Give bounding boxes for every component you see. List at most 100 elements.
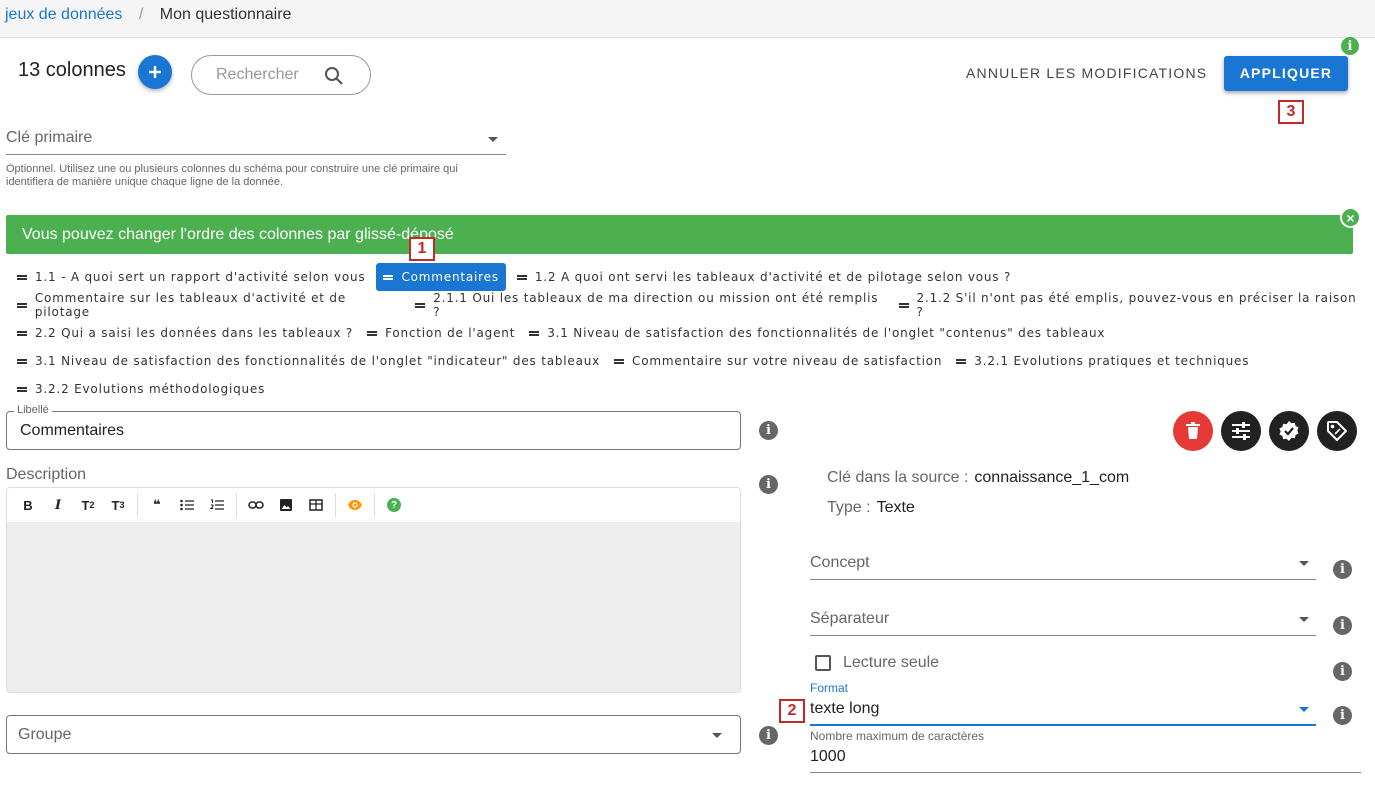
info-icon[interactable]: i xyxy=(759,421,778,440)
primary-key-select[interactable]: Clé primaire xyxy=(6,129,92,147)
drag-handle-icon xyxy=(383,274,394,280)
close-icon[interactable]: × xyxy=(1340,207,1361,228)
column-chip[interactable]: 3.1 Niveau de satisfaction des fonctionn… xyxy=(10,347,607,375)
column-chip[interactable]: 2.2 Qui a saisi les données dans les tab… xyxy=(10,319,360,347)
validation-button[interactable] xyxy=(1269,411,1309,451)
breadcrumb-separator: / xyxy=(138,6,144,23)
drag-handle-icon xyxy=(17,358,27,364)
column-chip[interactable]: 3.2.1 Evolutions pratiques et techniques xyxy=(949,347,1256,375)
chevron-down-icon[interactable] xyxy=(1299,561,1309,566)
concept-select[interactable]: Concept xyxy=(810,554,870,572)
description-textarea[interactable] xyxy=(7,523,740,692)
tag-button[interactable] xyxy=(1317,411,1357,451)
drag-handle-icon xyxy=(17,330,27,336)
drag-handle-icon xyxy=(516,274,527,280)
chevron-down-icon[interactable] xyxy=(1299,707,1309,712)
concept-underline xyxy=(810,579,1316,580)
heading-2-button[interactable]: T2 xyxy=(73,490,103,520)
drag-handle-icon xyxy=(898,302,909,308)
chevron-down-icon[interactable] xyxy=(1299,617,1309,622)
chevron-down-icon[interactable] xyxy=(488,137,498,142)
info-icon[interactable]: i xyxy=(1333,662,1352,681)
verified-icon xyxy=(1279,421,1299,441)
format-label: Format xyxy=(810,681,849,695)
breadcrumb: jeux de données / Mon questionnaire xyxy=(0,0,1375,38)
source-key-value: connaissance_1_com xyxy=(974,469,1130,486)
info-icon[interactable]: i xyxy=(1333,706,1352,725)
max-chars-input[interactable]: 1000 xyxy=(810,748,846,766)
description-label: Description xyxy=(6,466,87,483)
italic-button[interactable]: I xyxy=(43,490,73,520)
quote-button[interactable]: ❝ xyxy=(142,490,172,520)
cancel-changes-button[interactable]: ANNULER LES MODIFICATIONS xyxy=(960,58,1213,88)
columns-row: 2.2 Qui a saisi les données dans les tab… xyxy=(10,319,1370,347)
columns-row: 3.1 Niveau de satisfaction des fonctionn… xyxy=(10,347,1370,375)
drag-handle-icon xyxy=(415,302,426,308)
libelle-input[interactable] xyxy=(18,421,718,441)
apply-button[interactable]: APPLIQUER xyxy=(1224,56,1348,91)
search-icon[interactable] xyxy=(324,66,344,91)
tune-icon xyxy=(1232,422,1250,440)
bold-button[interactable]: B xyxy=(13,490,43,520)
delete-column-button[interactable] xyxy=(1173,411,1213,451)
editor-toolbar: B I T2 T3 ❝ ? xyxy=(7,488,740,523)
primary-key-hint: Optionnel. Utilisez une ou plusieurs col… xyxy=(6,163,458,188)
step-badge-2: 2 xyxy=(779,699,805,723)
column-chip[interactable]: 1.2 A quoi ont servi les tableaux d'acti… xyxy=(510,263,1018,291)
toolbar-divider xyxy=(335,493,336,517)
step-badge-3: 3 xyxy=(1278,100,1304,124)
format-select[interactable]: texte long xyxy=(810,700,879,718)
step-badge-1: 1 xyxy=(409,237,435,261)
delete-icon xyxy=(1186,422,1200,439)
settings-button[interactable] xyxy=(1221,411,1261,451)
info-icon[interactable]: i xyxy=(1333,560,1352,579)
separator-underline xyxy=(810,635,1316,636)
readonly-checkbox[interactable] xyxy=(815,655,831,671)
drag-handle-icon xyxy=(956,358,967,364)
info-icon[interactable]: i xyxy=(759,475,778,494)
type-value: Texte xyxy=(876,499,915,516)
image-icon[interactable] xyxy=(271,490,301,520)
bullet-list-icon[interactable] xyxy=(172,490,202,520)
column-chip[interactable]: 3.2.2 Evolutions méthodologiques xyxy=(10,375,272,403)
link-icon[interactable] xyxy=(241,490,271,520)
column-chip[interactable]: Commentaire sur les tableaux d'activité … xyxy=(10,291,408,319)
columns-row: 1.1 - A quoi sert un rapport d'activité … xyxy=(10,263,1370,291)
max-chars-label: Nombre maximum de caractères xyxy=(810,729,985,743)
drag-handle-icon xyxy=(529,330,540,336)
heading-3-button[interactable]: T3 xyxy=(103,490,133,520)
info-icon[interactable]: i xyxy=(759,726,778,745)
column-chip[interactable]: 3.1 Niveau de satisfaction des fonctionn… xyxy=(522,319,1112,347)
help-icon[interactable]: ? xyxy=(379,490,409,520)
columns-list: 1.1 - A quoi sert un rapport d'activité … xyxy=(10,263,1370,403)
preview-eye-icon[interactable] xyxy=(340,490,370,520)
type-row: Type : Texte xyxy=(827,499,915,516)
info-icon[interactable]: i xyxy=(1333,616,1352,635)
search-input[interactable] xyxy=(214,65,324,85)
search-field[interactable] xyxy=(191,55,371,95)
max-chars-underline xyxy=(810,772,1361,773)
columns-row: 3.2.2 Evolutions méthodologiques xyxy=(10,375,1370,403)
libelle-field[interactable] xyxy=(6,411,741,450)
groupe-label: Groupe xyxy=(18,726,72,743)
breadcrumb-link-datasets[interactable]: jeux de données xyxy=(5,6,122,23)
tag-icon xyxy=(1327,421,1347,441)
info-icon[interactable]: i xyxy=(1341,37,1359,55)
description-editor: B I T2 T3 ❝ ? xyxy=(6,487,741,693)
add-column-button[interactable] xyxy=(138,55,172,89)
column-chip[interactable]: Commentaire sur votre niveau de satisfac… xyxy=(607,347,949,375)
plus-icon xyxy=(149,66,161,78)
toolbar-divider xyxy=(137,493,138,517)
column-chip[interactable]: 2.1.2 S'il n'ont pas été emplis, pouvez-… xyxy=(892,291,1370,319)
numbered-list-icon[interactable] xyxy=(202,490,232,520)
table-icon[interactable] xyxy=(301,490,331,520)
format-underline xyxy=(810,724,1316,726)
column-chip[interactable]: Fonction de l'agent xyxy=(360,319,522,347)
separator-select[interactable]: Séparateur xyxy=(810,610,889,628)
column-chip[interactable]: 2.1.1 Oui les tableaux de ma direction o… xyxy=(408,291,891,319)
reorder-info-banner: Vous pouvez changer l'ordre des colonnes… xyxy=(6,215,1353,254)
column-chip-active[interactable]: Commentaires xyxy=(376,263,506,291)
source-key-row: Clé dans la source : connaissance_1_com xyxy=(827,469,1130,486)
groupe-select[interactable]: Groupe xyxy=(6,715,741,754)
column-chip[interactable]: 1.1 - A quoi sert un rapport d'activité … xyxy=(10,263,372,291)
